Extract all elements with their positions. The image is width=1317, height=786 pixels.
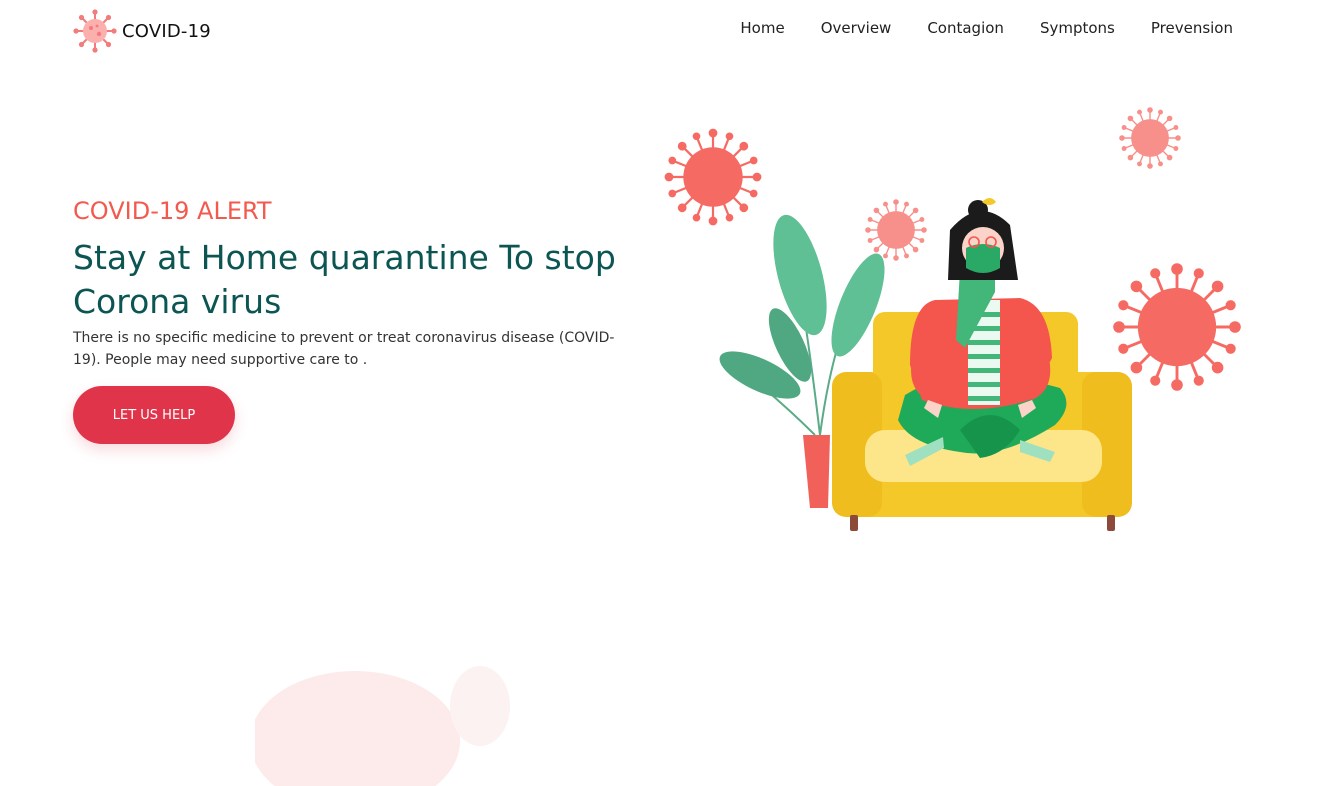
plant-pot xyxy=(803,435,830,508)
virus-icon xyxy=(663,127,763,227)
brand-name: COVID-19 xyxy=(122,20,211,42)
nav-prevention[interactable]: Prevension xyxy=(1151,19,1233,37)
nav-symptoms[interactable]: Symptons xyxy=(1040,19,1115,37)
brand-logo[interactable]: COVID-19 xyxy=(72,8,211,54)
let-us-help-button[interactable]: LET US HELP xyxy=(73,386,235,444)
virus-icon xyxy=(73,9,117,53)
virus-icon xyxy=(864,198,928,262)
nav-contagion[interactable]: Contagion xyxy=(927,19,1004,37)
nav-overview[interactable]: Overview xyxy=(821,19,892,37)
hero-description: There is no specific medicine to prevent… xyxy=(73,330,615,368)
quarantine-illustration xyxy=(663,106,1243,531)
virus-icon xyxy=(1111,261,1243,393)
main-nav: Home Overview Contagion Symptons Prevens… xyxy=(740,19,1233,37)
hero-title: Stay at Home quarantine To stop Corona v… xyxy=(73,238,616,321)
hero-eyebrow: COVID-19 ALERT xyxy=(73,197,272,225)
person-icon xyxy=(898,198,1067,466)
nav-home[interactable]: Home xyxy=(740,19,784,37)
virus-icon xyxy=(1118,106,1182,170)
decorative-blob xyxy=(255,666,510,786)
